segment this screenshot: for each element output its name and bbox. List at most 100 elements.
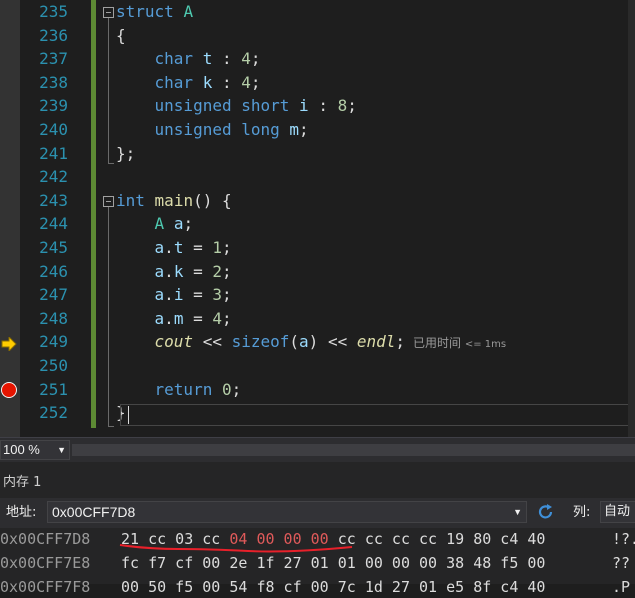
code-line[interactable]: 243 int main() { (0, 189, 635, 213)
code-line[interactable]: 241}; (0, 142, 635, 166)
code-token: A (183, 2, 194, 21)
code-line[interactable]: 235 struct A (0, 0, 635, 24)
code-token: . (164, 238, 174, 257)
line-number: 239 (39, 96, 68, 116)
line-number: 244 (39, 214, 68, 234)
column-value: 自动 (604, 504, 631, 519)
code-token: t (173, 238, 184, 257)
line-number: 246 (39, 261, 68, 281)
line-number: 252 (39, 403, 68, 423)
code-text: { (116, 24, 126, 48)
code-text: unsigned long m; (116, 118, 309, 142)
memory-bytes[interactable]: fc f7 cf 00 2e 1f 27 01 01 00 00 00 38 4… (121, 552, 545, 574)
fold-guide-end (108, 163, 114, 164)
code-text: char k : 4; (116, 71, 261, 95)
line-number: 245 (39, 238, 68, 257)
code-token: long (241, 120, 280, 139)
code-token: k (202, 72, 213, 92)
code-token: ; (347, 96, 357, 116)
code-line[interactable]: 239 unsigned short i : 8; (0, 94, 635, 118)
code-token: A (154, 214, 165, 234)
memory-address: 0x00CFF7F8 (0, 578, 91, 596)
code-editor[interactable]: 235 struct A 236{237 char t : 4; 238 char k… (0, 0, 635, 437)
code-token: ( (289, 332, 300, 352)
code-text: struct A (116, 0, 193, 24)
code-line[interactable]: 242 (0, 165, 635, 189)
memory-ascii: .P (612, 578, 631, 596)
code-token: a (299, 332, 309, 352)
code-token: a (154, 308, 165, 328)
code-token: () { (193, 190, 232, 210)
code-token: a (154, 238, 165, 257)
code-token: : (212, 72, 242, 92)
code-token: 1 (212, 238, 222, 257)
code-token: ; (183, 214, 194, 234)
code-token: a (154, 285, 165, 305)
code-line[interactable]: 251 return 0; (0, 378, 635, 402)
chevron-down-icon[interactable]: ▼ (513, 502, 522, 522)
code-token: a (154, 261, 165, 281)
code-line[interactable]: 245 a.t = 1; (0, 236, 635, 260)
code-line[interactable]: 248 a.m = 4; (0, 307, 635, 331)
address-input[interactable]: 0x00CFF7D8 ▼ (47, 501, 527, 523)
line-number: 248 (39, 308, 68, 328)
code-line[interactable]: 247 a.i = 3; (0, 283, 635, 307)
code-token: m (289, 120, 300, 139)
memory-address: 0x00CFF7D8 (0, 530, 91, 548)
zoom-select[interactable]: 100 % ▼ (0, 440, 70, 460)
memory-row[interactable]: 0x00CFF7E8 fc f7 cf 00 2e 1f 27 01 01 00 … (0, 552, 635, 574)
code-line[interactable]: 246 a.k = 2; (0, 260, 635, 284)
horizontal-scrollbar[interactable] (72, 444, 635, 456)
text-caret (128, 406, 129, 424)
code-line[interactable]: 238 char k : 4; (0, 71, 635, 95)
memory-bytes[interactable]: 00 50 f5 00 54 f8 cf 00 7c 1d 27 01 e5 8… (121, 576, 545, 598)
code-token: char (154, 72, 194, 92)
code-text: a.i = 3; (116, 283, 232, 307)
byte-group: cc cc cc cc 19 80 c4 40 (328, 530, 546, 548)
current-statement-arrow-icon (1, 337, 17, 351)
code-line[interactable]: 250 (0, 354, 635, 378)
current-line-highlight (120, 404, 635, 426)
code-line[interactable]: 244 A a; (0, 212, 635, 236)
refresh-icon[interactable] (536, 502, 556, 522)
code-token: { (116, 25, 126, 45)
perf-tip[interactable]: 已用时间 <= 1ms (413, 336, 506, 350)
code-token: . (164, 261, 174, 281)
code-line[interactable]: 249 cout << sizeof(a) << endl; 已用时间 <= 1m… (0, 330, 635, 354)
code-token: 2 (212, 261, 222, 281)
memory-window-title[interactable]: 内存 1 (0, 471, 41, 495)
code-token: ; (299, 120, 309, 139)
fold-toggle-main[interactable] (103, 196, 114, 207)
code-token: 4 (212, 308, 222, 328)
code-token: 4 (241, 72, 251, 92)
code-line[interactable]: 237 char t : 4; (0, 47, 635, 71)
vertical-scrollbar[interactable] (628, 0, 635, 437)
line-number: 249 (39, 332, 68, 352)
memory-row[interactable]: 0x00CFF7F8 00 50 f5 00 54 f8 cf 00 7c 1d … (0, 576, 635, 598)
code-token: : (212, 49, 242, 69)
code-token: 3 (212, 285, 222, 305)
address-value: 0x00CFF7D8 (52, 504, 136, 520)
perf-tip-value: <= 1ms (464, 339, 507, 351)
breakpoint-icon[interactable] (1, 382, 17, 398)
column-select[interactable]: 自动 (600, 501, 635, 523)
code-token: ; (222, 238, 232, 257)
fold-toggle-struct[interactable] (103, 7, 114, 18)
code-token: k (173, 261, 184, 281)
code-token: ; (395, 332, 406, 352)
code-line[interactable]: 240 unsigned long m; (0, 118, 635, 142)
code-token: = (183, 238, 213, 257)
code-line[interactable]: 236 { (0, 24, 635, 48)
line-number: 241 (39, 143, 68, 163)
code-token: a (173, 214, 184, 234)
